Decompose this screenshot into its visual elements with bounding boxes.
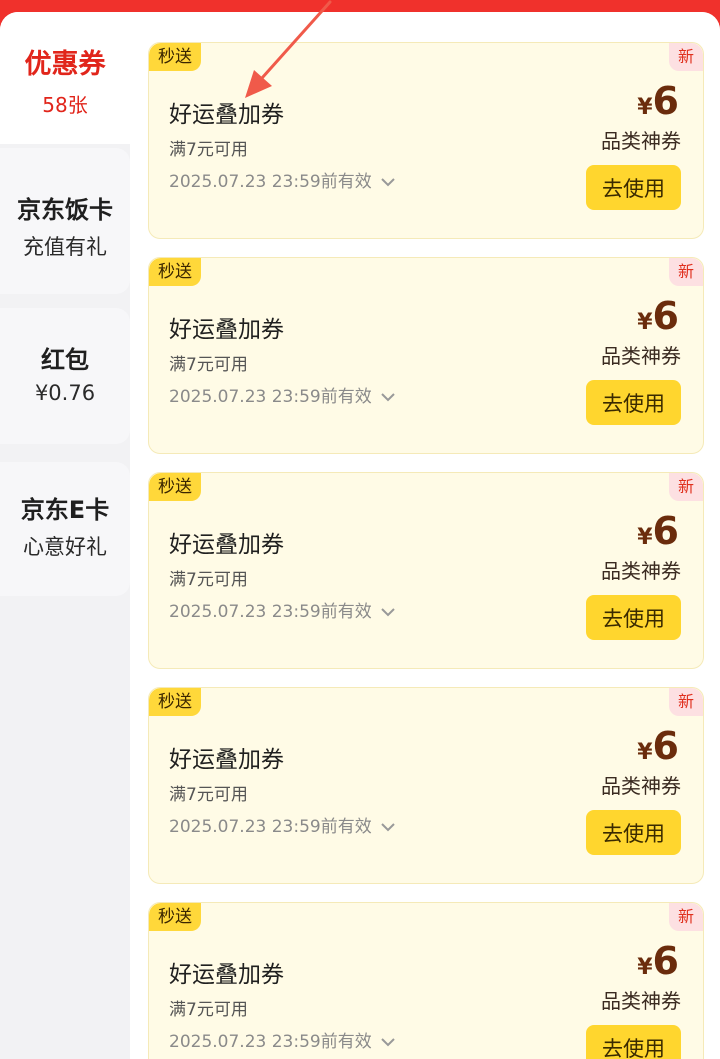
coupon-card[interactable]: 秒送 新 好运叠加券 满7元可用 2025.07.23 23:59前有效 ¥6 … [148, 687, 704, 884]
coupon-category: 品类神券 [601, 774, 681, 798]
tab-jd-meal-card[interactable]: 京东饭卡 充值有礼 [0, 148, 130, 294]
currency-symbol: ¥ [637, 740, 653, 765]
new-tag: 新 [669, 258, 703, 286]
coupon-condition: 满7元可用 [169, 785, 248, 805]
coupon-amount: 6 [652, 939, 679, 983]
coupon-amount: 6 [652, 79, 679, 123]
coupon-category: 品类神券 [601, 344, 681, 368]
coupon-condition: 满7元可用 [169, 570, 248, 590]
chevron-down-icon[interactable] [380, 607, 396, 617]
use-coupon-button[interactable]: 去使用 [586, 595, 681, 640]
use-coupon-button[interactable]: 去使用 [586, 165, 681, 210]
coupon-category: 品类神券 [601, 559, 681, 583]
tab-jd-e-card[interactable]: 京东E卡 心意好礼 [0, 462, 130, 596]
coupon-expiry[interactable]: 2025.07.23 23:59前有效 [169, 812, 396, 837]
tab-red-packet-amount: ¥0.76 [34, 381, 96, 405]
instant-delivery-badge: 秒送 [149, 258, 201, 286]
chevron-down-icon[interactable] [380, 392, 396, 402]
coupon-value: ¥6 [637, 294, 679, 338]
coupon-title: 好运叠加券 [169, 532, 284, 558]
coupon-value: ¥6 [637, 724, 679, 768]
coupon-expiry-text: 2025.07.23 23:59前有效 [169, 172, 372, 192]
coupon-value: ¥6 [637, 509, 679, 553]
coupon-amount: 6 [652, 294, 679, 338]
coupon-category: 品类神券 [601, 129, 681, 153]
coupon-title: 好运叠加券 [169, 747, 284, 773]
coupon-expiry-text: 2025.07.23 23:59前有效 [169, 387, 372, 407]
new-tag: 新 [669, 688, 703, 716]
coupon-title: 好运叠加券 [169, 962, 284, 988]
coupon-value: ¥6 [637, 939, 679, 983]
currency-symbol: ¥ [637, 310, 653, 335]
category-sidebar: 优惠券 58张 京东饭卡 充值有礼 红包 ¥0.76 京东E卡 心意好礼 [0, 12, 130, 1059]
coupon-list: 秒送 新 好运叠加券 满7元可用 2025.07.23 23:59前有效 ¥6 … [130, 12, 720, 1059]
instant-delivery-badge: 秒送 [149, 903, 201, 931]
coupon-expiry[interactable]: 2025.07.23 23:59前有效 [169, 382, 396, 407]
coupon-condition: 满7元可用 [169, 355, 248, 375]
coupon-card[interactable]: 秒送 新 好运叠加券 满7元可用 2025.07.23 23:59前有效 ¥6 … [148, 902, 704, 1059]
tab-jd-e-card-sub: 心意好礼 [23, 535, 107, 559]
coupon-panel: 优惠券 58张 京东饭卡 充值有礼 红包 ¥0.76 京东E卡 心意好礼 秒送 … [0, 12, 720, 1059]
coupon-title: 好运叠加券 [169, 102, 284, 128]
coupon-expiry-text: 2025.07.23 23:59前有效 [169, 817, 372, 837]
chevron-down-icon[interactable] [380, 1037, 396, 1047]
coupon-expiry[interactable]: 2025.07.23 23:59前有效 [169, 167, 396, 192]
coupon-card[interactable]: 秒送 新 好运叠加券 满7元可用 2025.07.23 23:59前有效 ¥6 … [148, 472, 704, 669]
tab-red-packet-label: 红包 [41, 346, 89, 374]
tab-jd-meal-card-sub: 充值有礼 [23, 235, 107, 259]
tab-coupons[interactable]: 优惠券 58张 [0, 12, 130, 144]
coupon-expiry[interactable]: 2025.07.23 23:59前有效 [169, 597, 396, 622]
tab-coupons-count: 58张 [42, 93, 88, 117]
coupon-card[interactable]: 秒送 新 好运叠加券 满7元可用 2025.07.23 23:59前有效 ¥6 … [148, 42, 704, 239]
tab-coupons-label: 优惠券 [24, 49, 106, 80]
use-coupon-button[interactable]: 去使用 [586, 380, 681, 425]
coupon-value: ¥6 [637, 79, 679, 123]
coupon-card[interactable]: 秒送 新 好运叠加券 满7元可用 2025.07.23 23:59前有效 ¥6 … [148, 257, 704, 454]
tab-jd-e-card-label: 京东E卡 [20, 496, 110, 524]
coupon-amount: 6 [652, 509, 679, 553]
currency-symbol: ¥ [637, 95, 653, 120]
coupon-expiry-text: 2025.07.23 23:59前有效 [169, 602, 372, 622]
coupon-category: 品类神券 [601, 989, 681, 1013]
new-tag: 新 [669, 473, 703, 501]
currency-symbol: ¥ [637, 955, 653, 980]
instant-delivery-badge: 秒送 [149, 43, 201, 71]
new-tag: 新 [669, 43, 703, 71]
coupon-expiry[interactable]: 2025.07.23 23:59前有效 [169, 1027, 396, 1052]
chevron-down-icon[interactable] [380, 822, 396, 832]
instant-delivery-badge: 秒送 [149, 473, 201, 501]
coupon-condition: 满7元可用 [169, 1000, 248, 1020]
use-coupon-button[interactable]: 去使用 [586, 1025, 681, 1059]
tab-red-packet[interactable]: 红包 ¥0.76 [0, 308, 130, 444]
instant-delivery-badge: 秒送 [149, 688, 201, 716]
currency-symbol: ¥ [637, 525, 653, 550]
chevron-down-icon[interactable] [380, 177, 396, 187]
coupon-condition: 满7元可用 [169, 140, 248, 160]
coupon-title: 好运叠加券 [169, 317, 284, 343]
use-coupon-button[interactable]: 去使用 [586, 810, 681, 855]
coupon-amount: 6 [652, 724, 679, 768]
tab-jd-meal-card-label: 京东饭卡 [17, 196, 113, 224]
new-tag: 新 [669, 903, 703, 931]
coupon-expiry-text: 2025.07.23 23:59前有效 [169, 1032, 372, 1052]
